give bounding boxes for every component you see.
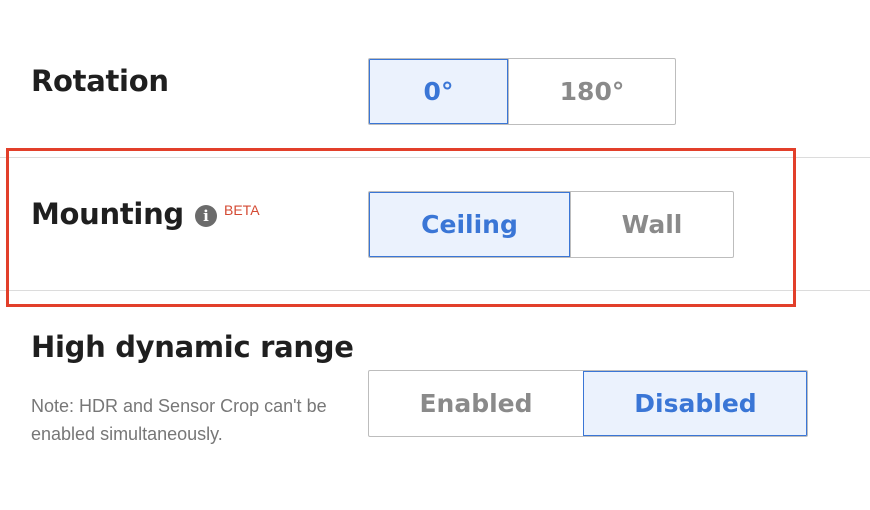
hdr-note: Note: HDR and Sensor Crop can't be enabl… xyxy=(31,396,327,444)
hdr-option-disabled[interactable]: Disabled xyxy=(583,371,807,436)
hdr-option-enabled[interactable]: Enabled xyxy=(369,371,583,436)
hdr-toggle: Enabled Disabled xyxy=(368,370,808,437)
rotation-option-0[interactable]: 0° xyxy=(369,59,508,124)
rotation-toggle: 0° 180° xyxy=(368,58,676,125)
highlight-box xyxy=(6,148,796,307)
rotation-option-180[interactable]: 180° xyxy=(508,59,675,124)
rotation-label: Rotation xyxy=(31,64,169,98)
hdr-label: High dynamic range xyxy=(31,330,354,364)
